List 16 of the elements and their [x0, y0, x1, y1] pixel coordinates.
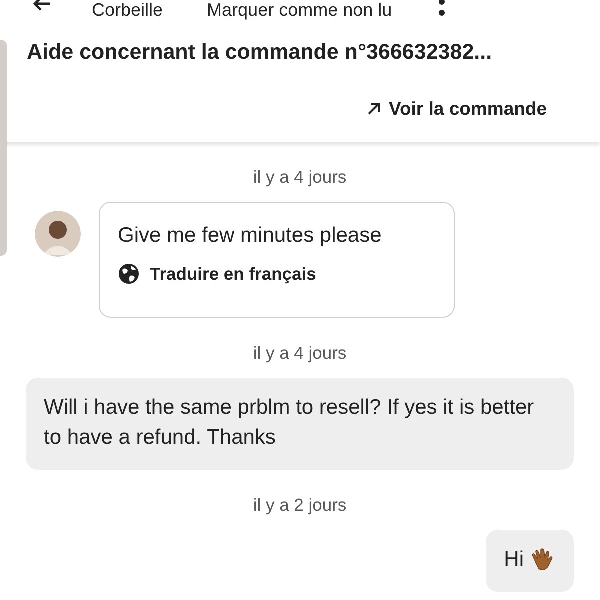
message-timestamp: il y a 4 jours: [252, 167, 348, 188]
message-timestamp: il y a 4 jours: [252, 343, 348, 364]
avatar: [35, 211, 81, 257]
message-text: Will i have the same prblm to resell? If yes it is better to have a refund. Thanks: [44, 395, 536, 451]
globe-icon: [118, 263, 140, 285]
conversation-title: Aide concernant la commande n°366632382...: [27, 40, 494, 65]
arrow-up-right-icon: [367, 102, 382, 116]
toolbar-button[interactable]: Corbeille: [92, 0, 164, 20]
toolbar-button[interactable]: Marquer comme non lu: [207, 0, 392, 20]
message-timestamp: il y a 2 jours: [252, 495, 348, 516]
message-text: Hi: [504, 547, 524, 573]
view-order-link[interactable]: Voir la commande: [367, 98, 547, 120]
back-button[interactable]: [32, 0, 52, 12]
translate-button[interactable]: Traduire en français: [118, 263, 316, 285]
message-text: Give me few minutes please: [118, 223, 383, 249]
arrow-left-icon: [32, 0, 52, 12]
